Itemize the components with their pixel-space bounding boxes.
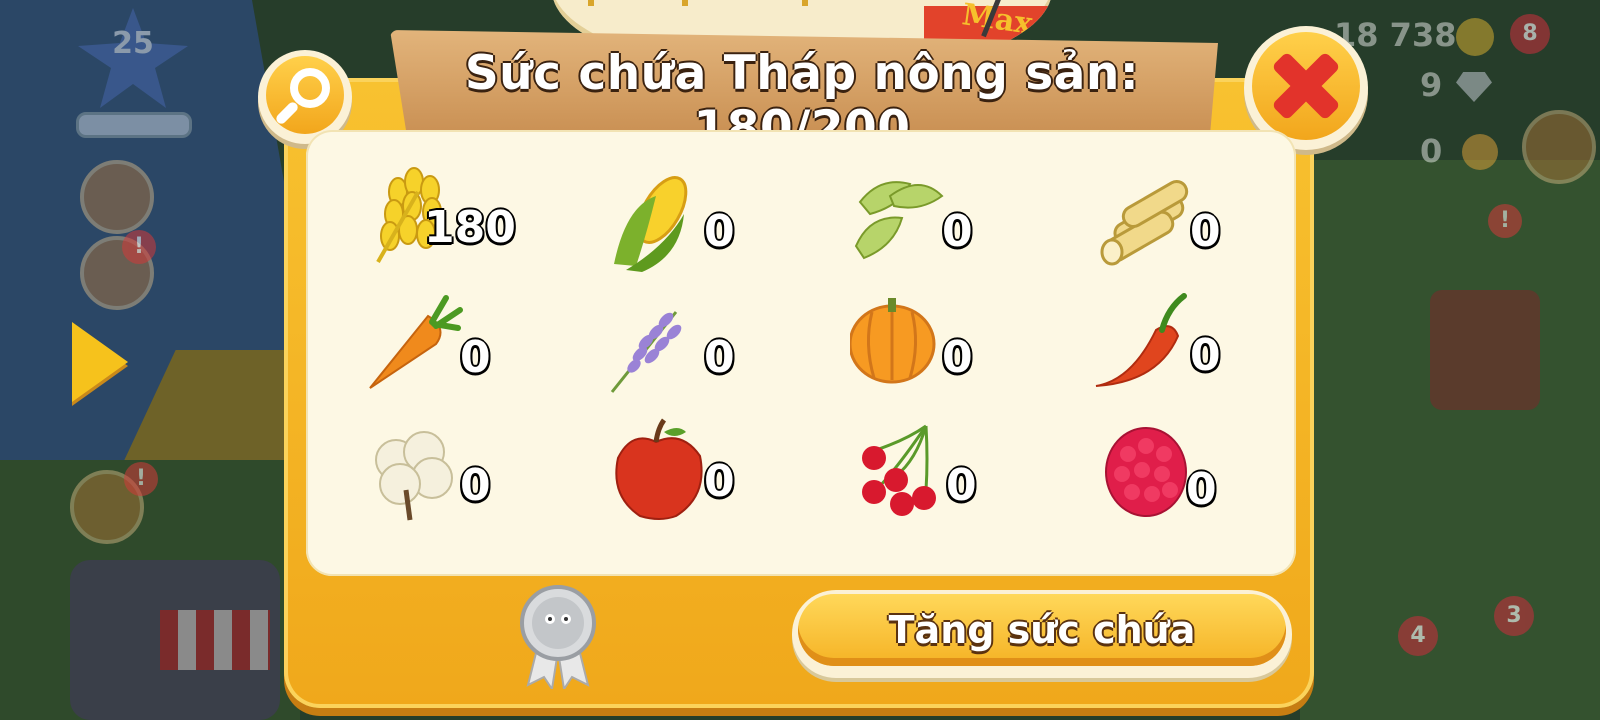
alert-icon: ! bbox=[124, 462, 158, 496]
inventory-slot-cotton[interactable]: 0 bbox=[366, 420, 566, 530]
alert-icon: ! bbox=[122, 230, 156, 264]
item-quantity: 0 bbox=[1186, 464, 1217, 515]
inventory-slot-wheat[interactable]: 180 bbox=[368, 162, 568, 272]
alert-icon: ! bbox=[1488, 204, 1522, 238]
inventory-slot-lavender[interactable]: 0 bbox=[606, 292, 806, 402]
inventory-slot-corn[interactable]: 0 bbox=[606, 166, 806, 276]
coin-icon bbox=[1456, 18, 1494, 56]
close-icon bbox=[1273, 53, 1339, 119]
item-quantity: 0 bbox=[946, 460, 977, 511]
item-quantity: 0 bbox=[704, 332, 735, 383]
item-quantity: 0 bbox=[460, 460, 491, 511]
news-book-button[interactable] bbox=[80, 160, 154, 234]
inventory-slot-chili-pepper[interactable]: 0 bbox=[1092, 290, 1292, 400]
lavender-icon bbox=[610, 311, 682, 393]
item-quantity: 180 bbox=[424, 202, 516, 253]
increase-capacity-label: Tăng sức chứa bbox=[888, 608, 1196, 652]
pumpkin-icon bbox=[850, 298, 936, 384]
play-arrow-icon bbox=[72, 322, 128, 402]
soybean-icon bbox=[854, 181, 944, 260]
item-quantity: 0 bbox=[460, 332, 491, 383]
inventory-slot-cherry[interactable]: 0 bbox=[856, 420, 1056, 530]
item-quantity: 0 bbox=[1190, 330, 1221, 381]
friends-badge[interactable]: 4 bbox=[1398, 616, 1438, 656]
carrot-icon bbox=[369, 295, 463, 389]
level-number: 25 bbox=[112, 26, 154, 61]
inventory-slot-carrot[interactable]: 0 bbox=[366, 292, 566, 402]
inventory-slot-apple[interactable]: 0 bbox=[612, 416, 812, 526]
corn-icon bbox=[614, 176, 688, 272]
inventory-slot-sugarcane[interactable]: 0 bbox=[1098, 166, 1298, 276]
gift-badge[interactable]: 8 bbox=[1510, 14, 1550, 54]
magnifier-icon bbox=[276, 68, 330, 124]
cherry-icon bbox=[862, 424, 936, 516]
flower-icon bbox=[1462, 134, 1498, 170]
item-quantity: 0 bbox=[1190, 206, 1221, 257]
inventory-slot-soybean[interactable]: 0 bbox=[850, 166, 1050, 276]
item-quantity: 0 bbox=[704, 456, 735, 507]
chicken-medal-icon bbox=[520, 585, 596, 692]
gift-button[interactable] bbox=[1522, 110, 1596, 184]
item-quantity: 0 bbox=[704, 206, 735, 257]
item-quantity: 0 bbox=[942, 332, 973, 383]
apple-icon bbox=[615, 418, 703, 520]
achievement-medal[interactable] bbox=[518, 585, 598, 692]
chili-pepper-icon bbox=[1095, 293, 1187, 387]
inventory-slot-pumpkin[interactable]: 0 bbox=[850, 292, 1050, 402]
left-arrow-button[interactable] bbox=[72, 322, 128, 402]
diamond-count: 9 bbox=[1420, 66, 1443, 104]
sugarcane-icon bbox=[1100, 180, 1189, 266]
item-quantity: 0 bbox=[942, 206, 973, 257]
mail-badge[interactable]: 3 bbox=[1494, 596, 1534, 636]
flower-count: 0 bbox=[1420, 132, 1443, 170]
increase-capacity-button[interactable]: Tăng sức chứa bbox=[792, 590, 1292, 678]
level-star[interactable]: 25 bbox=[78, 8, 188, 108]
cotton-icon bbox=[375, 431, 453, 521]
xp-bar bbox=[76, 112, 192, 138]
inventory-slot-raspberry[interactable]: 0 bbox=[1104, 424, 1304, 534]
